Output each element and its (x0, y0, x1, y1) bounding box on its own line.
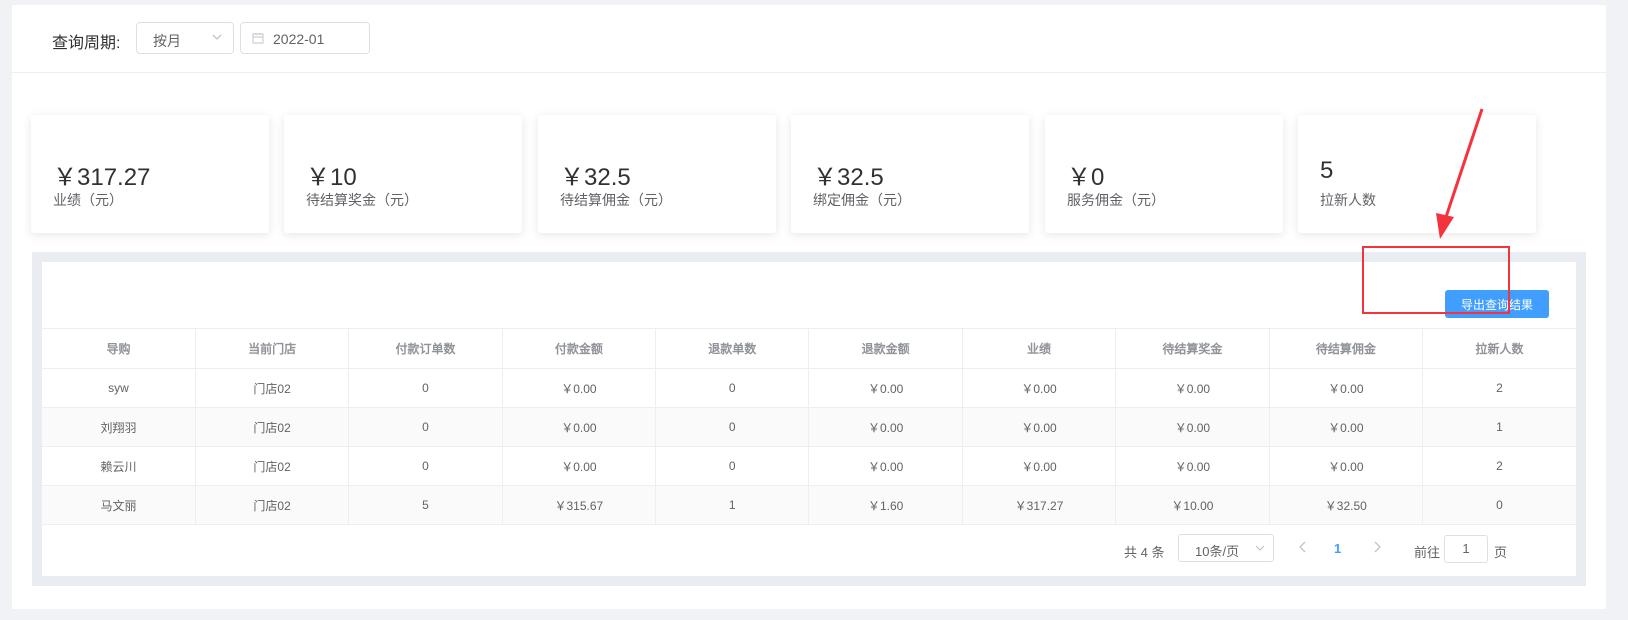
stat-label: 业绩（元） (53, 192, 123, 208)
table-cell: 5 (348, 485, 503, 525)
table-cell: ￥10.00 (1115, 485, 1270, 525)
chevron-right-icon[interactable] (1370, 540, 1384, 554)
calendar-icon (252, 33, 264, 44)
column-header: 待结算奖金 (1115, 328, 1270, 369)
column-header: 退款单数 (655, 328, 810, 369)
stat-card-bound-commission: ￥32.5 绑定佣金（元） (791, 115, 1029, 233)
stat-card-performance: ￥317.27 业绩（元） (31, 115, 269, 233)
stat-value: ￥317.27 (53, 164, 151, 191)
table-cell: ￥0.00 (1269, 368, 1424, 408)
column-header: 当前门店 (195, 328, 350, 369)
table-cell: 0 (655, 407, 810, 447)
table-cell: ￥0.00 (962, 407, 1117, 447)
current-page[interactable]: 1 (1334, 541, 1341, 556)
table-row: 刘翔羽 门店02 0 ￥0.00 0 ￥0.00 ￥0.00 ￥0.00 ￥0.… (42, 407, 1576, 447)
table-cell: ￥0.00 (962, 368, 1117, 408)
stat-label: 拉新人数 (1320, 192, 1376, 208)
stat-label: 服务佣金（元） (1067, 192, 1165, 208)
table-cell: 0 (348, 368, 503, 408)
table-cell: ￥0.00 (1115, 368, 1270, 408)
table-cell: 门店02 (195, 407, 350, 447)
stat-card-service-commission: ￥0 服务佣金（元） (1045, 115, 1283, 233)
table-header-row: 导购 当前门店 付款订单数 付款金额 退款单数 退款金额 业绩 待结算奖金 待结… (42, 328, 1576, 369)
stat-value: ￥32.5 (560, 164, 631, 191)
chevron-down-icon (212, 34, 222, 40)
table-cell: ￥315.67 (502, 485, 657, 525)
table-cell: 1 (1422, 407, 1576, 447)
table-cell: 0 (1422, 485, 1576, 525)
stat-value: ￥32.5 (813, 164, 884, 191)
table-cell: ￥32.50 (1269, 485, 1424, 525)
column-header: 业绩 (962, 328, 1117, 369)
table-cell: 2 (1422, 368, 1576, 408)
stat-card-pending-commission: ￥32.5 待结算佣金（元） (538, 115, 776, 233)
results-card: 导出查询结果 导购 当前门店 付款订单数 付款金额 退款单数 退款金额 业绩 待… (42, 262, 1576, 576)
page-unit-label: 页 (1494, 545, 1508, 560)
table-cell: 门店02 (195, 485, 350, 525)
goto-page-input[interactable]: 1 (1444, 535, 1488, 563)
results-table: 导购 当前门店 付款订单数 付款金额 退款单数 退款金额 业绩 待结算奖金 待结… (42, 328, 1576, 525)
stat-label: 绑定佣金（元） (813, 192, 911, 208)
month-picker[interactable]: 2022-01 (240, 22, 370, 54)
goto-label: 前往 (1414, 545, 1441, 560)
table-cell: ￥0.00 (1115, 446, 1270, 486)
period-label: 查询周期: (52, 35, 121, 52)
stat-label: 待结算佣金（元） (560, 192, 672, 208)
table-row: 马文丽 门店02 5 ￥315.67 1 ￥1.60 ￥317.27 ￥10.0… (42, 485, 1576, 525)
table-cell: ￥0.00 (502, 407, 657, 447)
pagination-total: 共 4 条 (1124, 545, 1165, 560)
column-header: 导购 (42, 328, 196, 369)
table-cell: ￥0.00 (502, 368, 657, 408)
table-cell: ￥0.00 (808, 446, 963, 486)
column-header: 退款金额 (808, 328, 963, 369)
table-cell: ￥0.00 (1115, 407, 1270, 447)
stat-label: 待结算奖金（元） (306, 192, 418, 208)
filter-bar: 查询周期: 按月 2022-01 (12, 5, 1606, 73)
stat-value: ￥10 (306, 164, 357, 191)
results-section: 导出查询结果 导购 当前门店 付款订单数 付款金额 退款单数 退款金额 业绩 待… (32, 252, 1586, 586)
table-cell: syw (42, 368, 196, 408)
table-cell: 2 (1422, 446, 1576, 486)
column-header: 拉新人数 (1422, 328, 1576, 369)
period-select[interactable]: 按月 (136, 22, 234, 54)
table-cell: 0 (348, 407, 503, 447)
column-header: 待结算佣金 (1269, 328, 1424, 369)
table-row: syw 门店02 0 ￥0.00 0 ￥0.00 ￥0.00 ￥0.00 ￥0.… (42, 368, 1576, 408)
stat-value: ￥0 (1067, 164, 1105, 191)
table-cell: 门店02 (195, 446, 350, 486)
table-cell: 0 (655, 446, 810, 486)
page-size-select[interactable]: 10条/页 (1178, 534, 1274, 562)
column-header: 付款金额 (502, 328, 657, 369)
table-cell: ￥0.00 (808, 407, 963, 447)
page-size-value: 10条/页 (1195, 544, 1240, 559)
stat-card-pending-bonus: ￥10 待结算奖金（元） (284, 115, 522, 233)
table-row: 赖云川 门店02 0 ￥0.00 0 ￥0.00 ￥0.00 ￥0.00 ￥0.… (42, 446, 1576, 486)
table-cell: ￥0.00 (1269, 446, 1424, 486)
table-cell: 0 (348, 446, 503, 486)
period-select-value: 按月 (153, 33, 181, 49)
table-cell: ￥0.00 (502, 446, 657, 486)
chevron-left-icon[interactable] (1296, 540, 1310, 554)
pagination: 共 4 条 10条/页 1 前往 1 页 (42, 532, 1576, 566)
table-cell: ￥0.00 (808, 368, 963, 408)
table-cell: 赖云川 (42, 446, 196, 486)
annotation-arrow-icon (1436, 108, 1484, 239)
column-header: 付款订单数 (348, 328, 503, 369)
table-cell: ￥0.00 (1269, 407, 1424, 447)
table-cell: ￥0.00 (962, 446, 1117, 486)
table-cell: ￥1.60 (808, 485, 963, 525)
stat-value: 5 (1320, 157, 1334, 184)
stat-card-new-customers: 5 拉新人数 (1298, 115, 1536, 233)
chevron-down-icon (1255, 545, 1265, 551)
table-cell: 1 (655, 485, 810, 525)
table-cell: 马文丽 (42, 485, 196, 525)
table-cell: 门店02 (195, 368, 350, 408)
month-picker-value: 2022-01 (273, 31, 325, 47)
table-cell: 刘翔羽 (42, 407, 196, 447)
annotation-highlight-box (1362, 246, 1510, 314)
table-cell: 0 (655, 368, 810, 408)
table-cell: ￥317.27 (962, 485, 1117, 525)
